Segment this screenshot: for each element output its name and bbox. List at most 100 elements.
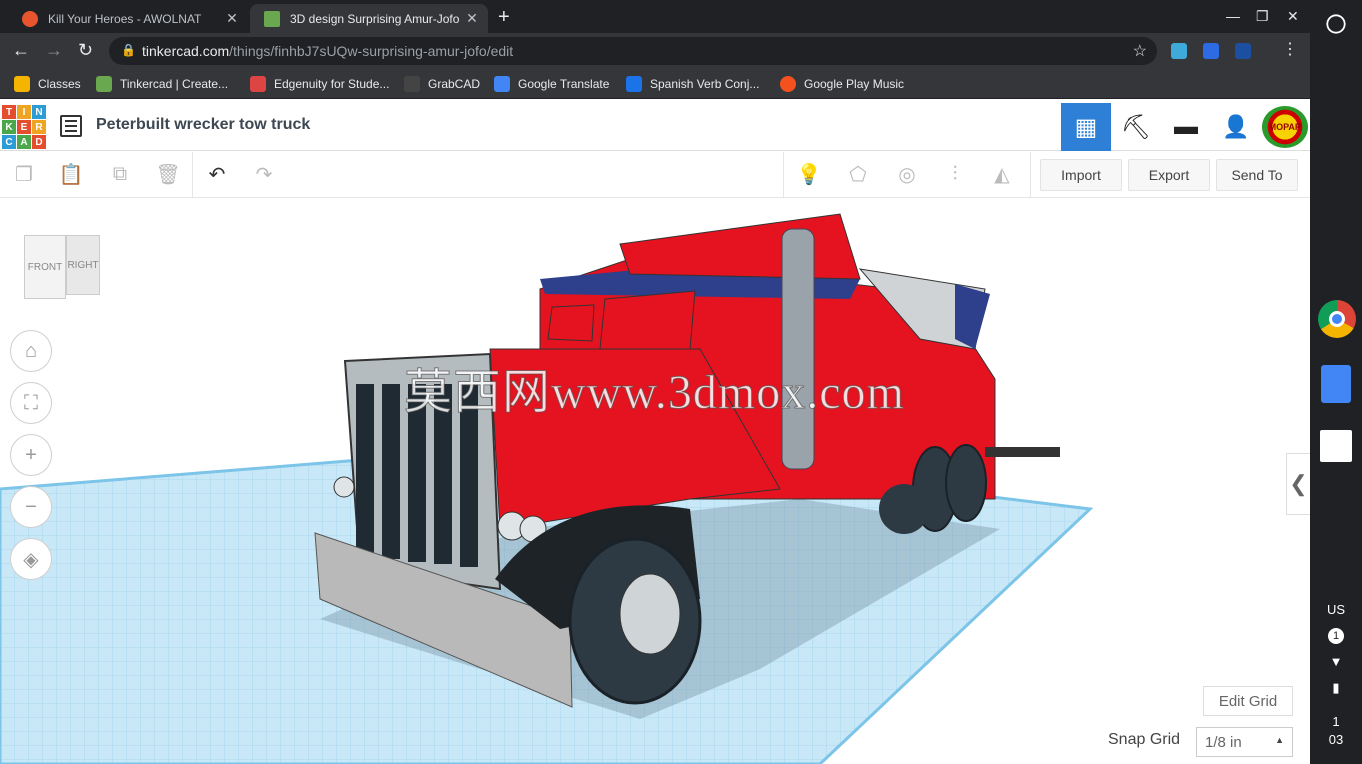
wheel-hub: [619, 573, 681, 655]
cloud-extension-icon[interactable]: [1171, 43, 1187, 59]
minimize-icon[interactable]: —: [1226, 8, 1240, 24]
bookmark-google-play-music[interactable]: Google Play Music: [780, 76, 904, 92]
mirror-icon[interactable]: ◭: [990, 162, 1014, 186]
cab-window: [599, 290, 696, 350]
chrome-icon[interactable]: [1318, 300, 1356, 338]
bricks-icon[interactable]: ▬: [1161, 103, 1211, 151]
send-to-button[interactable]: Send To: [1216, 159, 1298, 191]
lightbulb-icon[interactable]: 💡: [797, 162, 822, 186]
rear-wheel: [945, 444, 987, 522]
import-button[interactable]: Import: [1040, 159, 1122, 191]
url-text: tinkercad.com/things/finhbJ7sUQw-surpris…: [142, 43, 514, 59]
zoom-out-icon[interactable]: −: [10, 486, 52, 528]
bookmarks-bar: Classes Tinkercad | Create... Edgenuity …: [0, 69, 1310, 99]
align-icon[interactable]: ⫶: [943, 162, 967, 186]
address-bar[interactable]: 🔒 tinkercad.com/things/finhbJ7sUQw-surpr…: [109, 37, 1157, 65]
edit-toolbar: ❐ 📋 ⧉ 🗑 ↶ ↷ 💡 ⬠ ◎ ⫶ ◭ Import Export Send…: [0, 152, 1310, 198]
menu-dots-icon[interactable]: ⋮: [1282, 41, 1298, 59]
os-shelf: US 1 ▼ ▮ 1 03: [1310, 0, 1362, 764]
browser-toolbar: ← → ↻ 🔒 tinkercad.com/things/finhbJ7sUQw…: [0, 33, 1310, 69]
duplicate-icon[interactable]: ⧉: [108, 162, 132, 186]
restore-icon[interactable]: ❐: [1256, 8, 1269, 25]
fit-view-icon[interactable]: ⛶: [10, 382, 52, 424]
ungroup-icon[interactable]: ◎: [895, 162, 919, 186]
undo-icon[interactable]: ↶: [205, 162, 229, 186]
toolbar-divider: [1030, 152, 1031, 198]
play-music-icon: [780, 76, 796, 92]
paste-icon[interactable]: 📋: [59, 162, 84, 186]
watermark-text: 莫西网www.3dmox.com: [404, 366, 905, 420]
tab-tinkercad[interactable]: 3D design Surprising Amur-Jofo ✕: [250, 4, 488, 33]
boom-hook: [955, 284, 990, 349]
headlight: [333, 476, 355, 498]
translate-icon: [494, 76, 510, 92]
export-button[interactable]: Export: [1128, 159, 1210, 191]
docs-icon[interactable]: [1321, 365, 1351, 403]
copy-icon[interactable]: ❐: [12, 162, 36, 186]
bookmark-tinkercad[interactable]: Tinkercad | Create...: [96, 76, 228, 92]
tab-title: Kill Your Heroes - AWOLNAT: [48, 11, 202, 26]
cab-window: [547, 304, 595, 342]
tinkercad-header: T I N K E R C A D Peterbuilt wrecker tow…: [0, 103, 1310, 151]
home-view-icon[interactable]: ⌂: [10, 330, 52, 372]
perspective-icon[interactable]: ◈: [10, 538, 52, 580]
redo-icon[interactable]: ↷: [252, 162, 276, 186]
scene-svg: [0, 213, 1094, 764]
pickaxe-icon[interactable]: ⛏: [1111, 103, 1161, 151]
classes-icon: [14, 76, 30, 92]
battery-icon[interactable]: ▮: [1310, 680, 1362, 696]
wifi-icon[interactable]: ▼: [1310, 654, 1362, 669]
grid-view-icon[interactable]: ▦: [1061, 103, 1111, 151]
view-cube[interactable]: FRONT RIGHT: [22, 235, 102, 305]
toolbar-divider: [192, 152, 193, 198]
rear-wheel: [879, 484, 929, 534]
locale-indicator[interactable]: US: [1310, 602, 1362, 617]
bookmark-google-translate[interactable]: Google Translate: [494, 76, 609, 92]
viewcube-front[interactable]: FRONT: [24, 235, 66, 299]
viewcube-right[interactable]: RIGHT: [66, 235, 100, 295]
new-tab-button[interactable]: +: [498, 6, 510, 29]
exhaust-stack: [781, 228, 815, 470]
verb-icon: [626, 76, 642, 92]
design-title[interactable]: Peterbuilt wrecker tow truck: [96, 116, 310, 134]
group-icon[interactable]: ⬠: [846, 162, 870, 186]
close-window-icon[interactable]: ✕: [1287, 8, 1299, 25]
music-favicon-icon: [22, 10, 38, 27]
clock-hour[interactable]: 1: [1310, 714, 1362, 729]
workplane-canvas[interactable]: FRONT RIGHT ⌂ ⛶ + − ◈ 莫西网www.3dmox.com ❮: [0, 199, 1310, 764]
tinkercad-favicon-icon: [264, 10, 280, 27]
snap-grid-select[interactable]: 1/8 in ▲: [1196, 727, 1293, 757]
launcher-icon[interactable]: [1326, 14, 1346, 34]
chevron-up-icon: ▲: [1275, 735, 1284, 745]
close-tab-icon[interactable]: ✕: [224, 10, 240, 27]
bookmark-star-icon[interactable]: ☆: [1133, 41, 1147, 61]
bookmark-edgenuity[interactable]: Edgenuity for Stude...: [250, 76, 389, 92]
back-icon[interactable]: ←: [12, 41, 30, 59]
notification-badge[interactable]: 1: [1328, 628, 1344, 644]
bookmark-spanish-verb[interactable]: Spanish Verb Conj...: [626, 76, 759, 92]
b-extension-icon[interactable]: [1203, 43, 1219, 59]
tow-boom: [619, 213, 861, 280]
tinkercad-icon: [96, 76, 112, 92]
zoom-in-icon[interactable]: +: [10, 434, 52, 476]
clock-minute[interactable]: 03: [1310, 732, 1362, 747]
delete-icon[interactable]: 🗑: [155, 162, 180, 186]
qr-code-icon[interactable]: [1320, 430, 1352, 462]
add-user-icon[interactable]: 👤: [1211, 103, 1261, 151]
design-list-icon[interactable]: [60, 115, 82, 137]
toolbar-divider: [783, 152, 784, 198]
tinkercad-logo[interactable]: T I N K E R C A D: [2, 105, 46, 149]
grabcad-icon: [404, 76, 420, 92]
shield-extension-icon[interactable]: [1235, 43, 1251, 59]
forward-icon[interactable]: →: [45, 41, 63, 59]
collapse-panel-icon[interactable]: ❮: [1286, 453, 1310, 515]
reload-icon[interactable]: ↻: [78, 41, 93, 59]
edit-grid-button[interactable]: Edit Grid: [1203, 686, 1293, 716]
close-tab-icon[interactable]: ✕: [464, 10, 480, 27]
tab-strip: Kill Your Heroes - AWOLNAT ✕ 3D design S…: [0, 0, 1310, 33]
edgenuity-icon: [250, 76, 266, 92]
tab-music[interactable]: Kill Your Heroes - AWOLNAT ✕: [8, 4, 248, 33]
avatar[interactable]: MOPAR: [1262, 106, 1308, 148]
bookmark-classes[interactable]: Classes: [14, 76, 81, 92]
bookmark-grabcad[interactable]: GrabCAD: [404, 76, 480, 92]
